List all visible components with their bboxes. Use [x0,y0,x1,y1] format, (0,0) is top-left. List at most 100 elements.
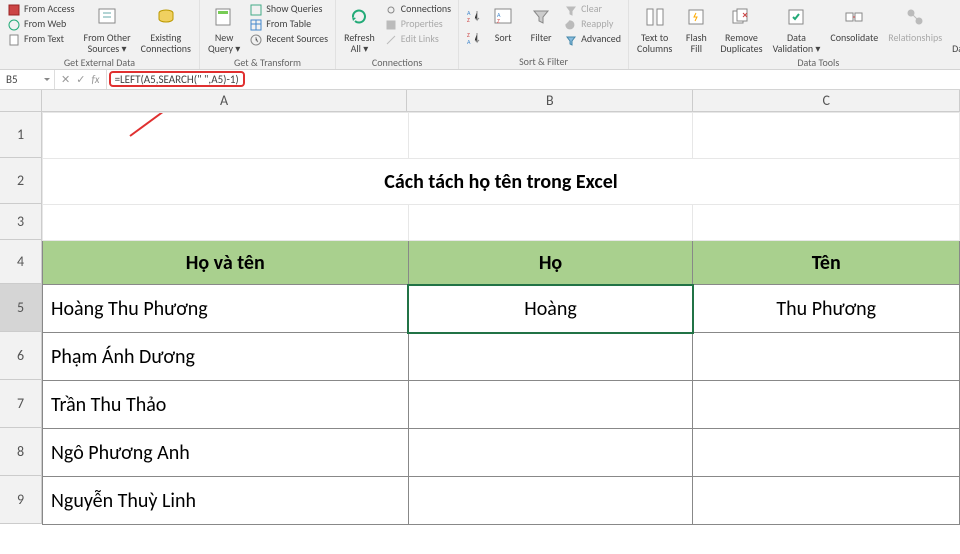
az-icon: AZ [466,9,480,23]
group-title: Data Tools [633,55,960,69]
connections-button[interactable]: Connections [381,2,454,17]
active-cell[interactable]: Hoàng [408,285,693,333]
formula-input[interactable]: =LEFT(A5,SEARCH(" ",A5)-1) [107,70,960,89]
enter-icon[interactable]: ✓ [76,73,85,86]
col-header-b[interactable]: B [407,90,693,112]
fx-icon[interactable]: fx [91,73,99,86]
conn-icon [152,3,180,31]
row-header[interactable]: 5 [0,284,42,332]
cell[interactable]: Ngô Phương Anh [43,429,409,477]
from-web-button[interactable]: From Web [4,17,77,32]
col-header-c[interactable]: C [693,90,960,112]
cell[interactable] [43,113,409,159]
row-header[interactable]: 4 [0,240,42,284]
cell[interactable]: Trần Thu Thảo [43,381,409,429]
cell[interactable]: Nguyễn Thuỳ Linh [43,477,409,525]
cell[interactable] [408,113,693,159]
clear-filter-button: Clear [561,2,624,17]
cell[interactable] [408,477,693,525]
header-cell[interactable]: Họ [408,241,693,285]
consolidate-button[interactable]: Consolidate [826,2,882,55]
row-header[interactable]: 3 [0,204,42,240]
header-cell[interactable]: Họ và tên [43,241,409,285]
rel-icon [901,3,929,31]
cell[interactable] [43,205,409,241]
formula-bar: B5 ✕ ✓ fx =LEFT(A5,SEARCH(" ",A5)-1) [0,70,960,90]
flash-fill-button[interactable]: Flash Fill [678,2,714,55]
properties-button: Properties [381,17,454,32]
remove-duplicates-button[interactable]: Remove Duplicates [716,2,766,55]
sort-za-button[interactable]: ZA [463,28,483,48]
za-icon: ZA [466,31,480,45]
sources-icon [93,3,121,31]
ribbon: From Access From Web From Text From Othe… [0,0,960,70]
group-title: Get External Data [4,55,195,69]
manage-data-model-button[interactable]: Manage Data Model [948,2,960,55]
row-header[interactable]: 2 [0,158,42,204]
recent-sources-button[interactable]: Recent Sources [246,32,331,47]
filter-icon [527,3,555,31]
row-header[interactable]: 1 [0,112,42,158]
from-table-button[interactable]: From Table [246,17,331,32]
text-to-columns-button[interactable]: Text to Columns [633,2,676,55]
refresh-all-button[interactable]: Refresh All ▾ [340,2,379,55]
svg-text:A: A [467,38,471,46]
new-query-button[interactable]: New Query ▾ [204,2,244,55]
sort-icon: AZ [489,3,517,31]
valid-icon [782,3,810,31]
refresh-icon [345,3,373,31]
reapply-icon [564,18,578,32]
relationships-button: Relationships [884,2,946,55]
name-box[interactable]: B5 [0,70,55,89]
svg-text:Z: Z [467,16,470,24]
header-cell[interactable]: Tên [693,241,960,285]
formula-highlight: =LEFT(A5,SEARCH(" ",A5)-1) [109,71,245,87]
ribbon-group-data-tools: Text to Columns Flash Fill Remove Duplic… [629,0,960,69]
column-headers: A B C [42,90,960,112]
cell[interactable] [693,113,960,159]
grid-icon [249,3,263,17]
sort-button[interactable]: AZ Sort [485,2,521,54]
edit-links-button: Edit Links [381,32,454,47]
row-header[interactable]: 9 [0,476,42,524]
recent-icon [249,33,263,47]
flash-icon [682,3,710,31]
col-header-a[interactable]: A [42,90,407,112]
sort-az-button[interactable]: AZ [463,6,483,26]
ribbon-group-get-transform: New Query ▾ Show Queries From Table Rece… [200,0,336,69]
row-header[interactable]: 8 [0,428,42,476]
cell[interactable]: Phạm Ánh Dương [43,333,409,381]
from-access-button[interactable]: From Access [4,2,77,17]
cancel-icon[interactable]: ✕ [61,73,70,86]
link-icon [384,3,398,17]
existing-connections-button[interactable]: Existing Connections [137,2,195,55]
title-cell[interactable]: Cách tách họ tên trong Excel [43,159,960,205]
cell[interactable] [693,429,960,477]
select-all-corner[interactable] [0,90,42,112]
from-text-button[interactable]: From Text [4,32,77,47]
row-header[interactable]: 7 [0,380,42,428]
show-queries-button[interactable]: Show Queries [246,2,331,17]
cell[interactable] [408,205,693,241]
cell[interactable] [693,381,960,429]
spreadsheet-grid: A B C 1 2 3 4 5 6 7 8 9 Cách tách họ tên… [0,90,960,554]
data-validation-button[interactable]: Data Validation ▾ [769,2,825,55]
from-other-sources-button[interactable]: From Other Sources ▾ [79,2,134,55]
row-header[interactable]: 6 [0,332,42,380]
group-title: Get & Transform [204,55,331,69]
cell[interactable] [693,477,960,525]
ribbon-group-sort-filter: AZ ZA AZ Sort Filter Clear [459,0,629,69]
ribbon-group-connections: Refresh All ▾ Connections Properties Edi… [336,0,459,69]
cell[interactable] [408,381,693,429]
cell[interactable] [693,333,960,381]
cell[interactable] [408,429,693,477]
cell[interactable]: Hoàng Thu Phương [43,285,409,333]
group-title: Sort & Filter [463,54,624,68]
t2c-icon [641,3,669,31]
cell[interactable]: Thu Phương [693,285,960,333]
filter-button[interactable]: Filter [523,2,559,54]
cell[interactable] [693,205,960,241]
cell[interactable] [408,333,693,381]
advanced-filter-button[interactable]: Advanced [561,32,624,47]
table-icon [249,18,263,32]
